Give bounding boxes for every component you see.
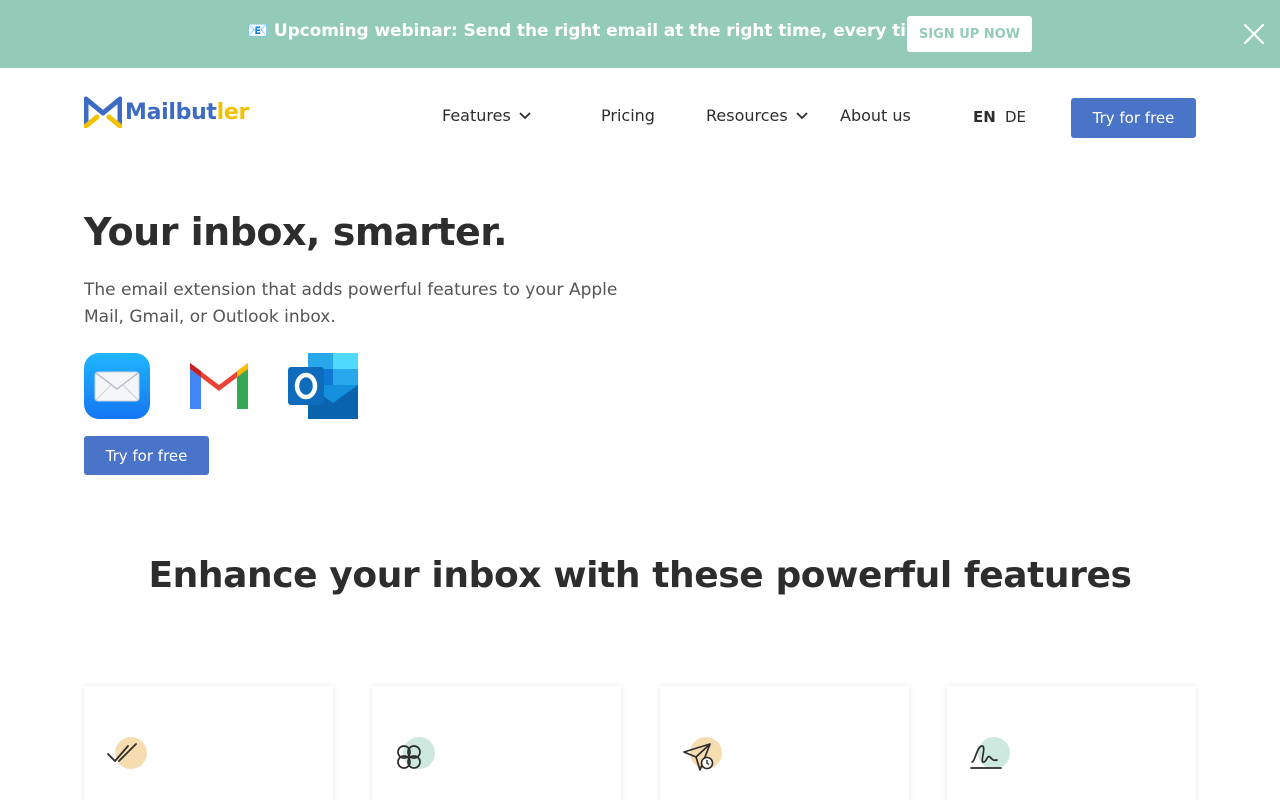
lang-en[interactable]: EN xyxy=(973,108,996,126)
nav-pricing[interactable]: Pricing xyxy=(601,106,655,125)
banner-text: 📧 Upcoming webinar: Send the right email… xyxy=(247,21,935,41)
nav-features[interactable]: Features xyxy=(442,106,531,125)
nav-resources[interactable]: Resources xyxy=(706,106,808,125)
feature-card[interactable] xyxy=(660,686,909,800)
nav-pricing-label: Pricing xyxy=(601,106,655,125)
send-later-icon xyxy=(683,743,714,771)
lang-de[interactable]: DE xyxy=(1005,108,1026,126)
features-section-title: Enhance your inbox with these powerful f… xyxy=(148,555,1132,596)
apple-mail-icon[interactable] xyxy=(84,353,150,419)
outlook-icon[interactable] xyxy=(288,353,360,419)
hero-title: Your inbox, smarter. xyxy=(84,210,508,254)
gmail-icon[interactable] xyxy=(186,353,252,419)
nav-features-label: Features xyxy=(442,106,511,125)
feature-card[interactable] xyxy=(84,686,333,800)
chevron-down-icon xyxy=(519,111,531,119)
chevron-down-icon xyxy=(796,111,808,119)
logo-text: Mailbutler xyxy=(125,99,250,125)
close-icon[interactable] xyxy=(1241,21,1267,47)
clover-icon xyxy=(397,745,421,769)
nav-about-label: About us xyxy=(840,106,911,125)
hero-subtitle: The email extension that adds powerful f… xyxy=(84,280,618,327)
double-check-icon xyxy=(107,743,137,763)
feature-card[interactable] xyxy=(372,686,621,800)
webinar-banner: 📧 Upcoming webinar: Send the right email… xyxy=(0,0,1280,68)
sign-up-button[interactable]: SIGN UP NOW xyxy=(907,16,1032,52)
feature-card[interactable] xyxy=(947,686,1196,800)
header-try-free-button[interactable]: Try for free xyxy=(1071,98,1196,138)
mailbutler-logo-icon xyxy=(84,96,122,128)
mailbutler-logo[interactable]: Mailbutler xyxy=(84,96,249,128)
signature-icon xyxy=(970,745,1002,769)
nav-about[interactable]: About us xyxy=(840,106,911,125)
nav-resources-label: Resources xyxy=(706,106,788,125)
hero-try-free-button[interactable]: Try for free xyxy=(84,436,209,475)
